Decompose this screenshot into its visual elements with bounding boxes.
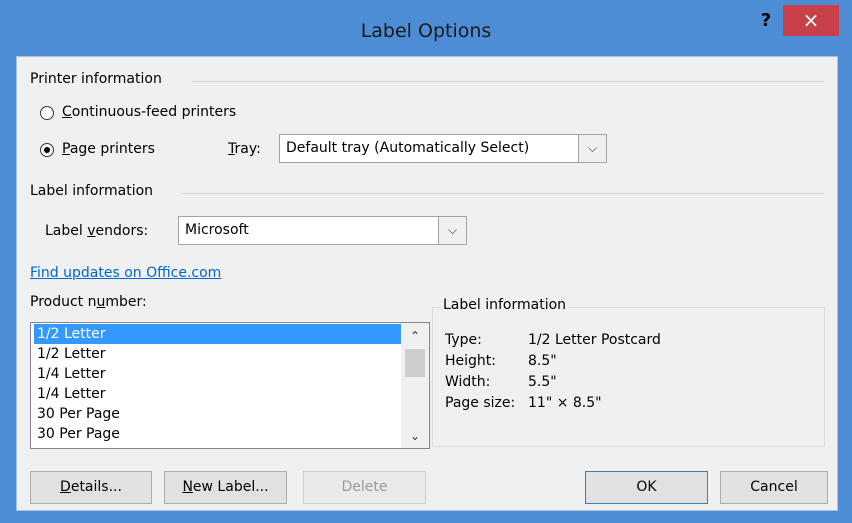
label-details-box: Label information Type: 1/2 Letter Postca…	[432, 297, 825, 447]
scrollbar-thumb[interactable]	[405, 349, 425, 377]
chevron-down-icon[interactable]: ⌵	[578, 135, 606, 162]
label-vendors-value: Microsoft	[185, 222, 249, 238]
product-number-label: Product number:	[30, 294, 147, 310]
dialog-window: Label Options ? × Printer information Co…	[0, 0, 852, 523]
page-printers-radio-option[interactable]: Page printers	[40, 141, 200, 161]
chevron-down-icon[interactable]: ⌄	[401, 426, 429, 446]
list-item[interactable]: 30 Per Page	[34, 424, 401, 444]
product-list-scrollbar[interactable]: ⌃ ⌄	[401, 323, 429, 448]
details-button[interactable]: Details...	[30, 471, 152, 504]
list-item[interactable]: 1/4 Letter	[34, 364, 401, 384]
label-info-divider	[180, 193, 824, 194]
radio-unselected-icon[interactable]	[40, 106, 54, 120]
height-key: Height:	[445, 353, 496, 369]
chevron-down-icon[interactable]: ⌵	[438, 217, 466, 244]
list-item[interactable]: 1/4 Letter	[34, 384, 401, 404]
width-row: Width: 5.5"	[445, 374, 557, 390]
type-row: Type: 1/2 Letter Postcard	[445, 332, 661, 348]
list-item[interactable]: 1/2 Letter	[34, 344, 401, 364]
page-size-key: Page size:	[445, 395, 516, 411]
height-row: Height: 8.5"	[445, 353, 557, 369]
height-value: 8.5"	[528, 353, 557, 369]
cancel-button[interactable]: Cancel	[720, 471, 828, 504]
product-number-list[interactable]: 1/2 Letter 1/2 Letter 1/4 Letter 1/4 Let…	[30, 322, 430, 449]
close-icon: ×	[802, 8, 820, 32]
tray-dropdown-value: Default tray (Automatically Select)	[286, 140, 530, 156]
chevron-up-icon[interactable]: ⌃	[401, 326, 429, 346]
tray-label: Tray:	[228, 141, 261, 157]
label-vendors-label: Label vendors:	[45, 223, 149, 239]
type-key: Type:	[445, 332, 482, 348]
tray-dropdown[interactable]: Default tray (Automatically Select) ⌵	[279, 134, 607, 163]
find-updates-link[interactable]: Find updates on Office.com	[30, 265, 221, 281]
delete-button[interactable]: Delete	[303, 471, 426, 504]
label-details-title: Label information	[441, 297, 569, 313]
width-value: 5.5"	[528, 374, 557, 390]
dialog-body: Printer information Continuous-feed prin…	[16, 56, 838, 511]
page-size-value: 11" × 8.5"	[528, 395, 602, 411]
ok-button[interactable]: OK	[585, 471, 708, 504]
radio-selected-icon[interactable]	[40, 143, 54, 157]
page-printers-label: Page printers	[62, 141, 155, 157]
label-vendors-dropdown[interactable]: Microsoft ⌵	[178, 216, 467, 245]
width-key: Width:	[445, 374, 491, 390]
help-button[interactable]: ?	[756, 10, 776, 34]
dialog-title: Label Options	[360, 20, 492, 42]
printer-info-divider	[192, 81, 824, 82]
title-bar[interactable]: Label Options ? ×	[0, 0, 852, 56]
list-item[interactable]: 30 Per Page	[34, 404, 401, 424]
continuous-feed-radio-option[interactable]: Continuous-feed printers	[40, 104, 290, 124]
list-item[interactable]: 1/2 Letter	[34, 324, 401, 344]
label-info-group-label: Label information	[30, 183, 154, 199]
type-value: 1/2 Letter Postcard	[528, 332, 661, 348]
page-size-row: Page size: 11" × 8.5"	[445, 395, 602, 411]
continuous-feed-label: Continuous-feed printers	[62, 104, 237, 120]
close-button[interactable]: ×	[783, 5, 839, 36]
printer-info-group-label: Printer information	[30, 71, 162, 87]
new-label-button[interactable]: New Label...	[164, 471, 287, 504]
